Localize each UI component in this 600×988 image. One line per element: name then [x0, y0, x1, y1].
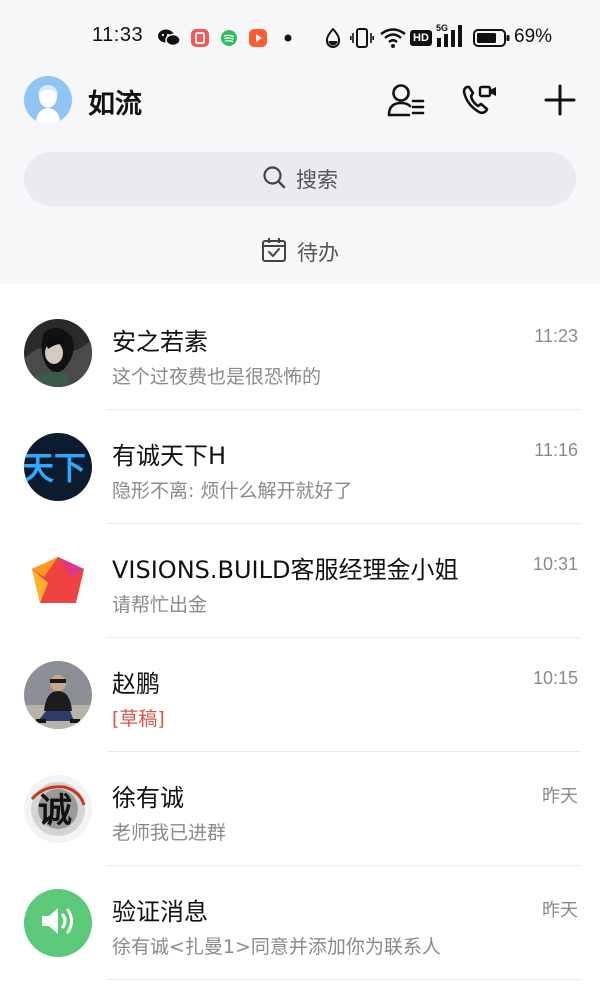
avatar: 天下 — [24, 433, 92, 501]
conversation-name: 验证消息 — [112, 898, 208, 926]
signal-5g-icon: 5G — [436, 22, 466, 50]
conversation-time: 11:16 — [534, 440, 578, 460]
wechat-icon — [156, 27, 182, 49]
hd-label: HD — [410, 30, 432, 46]
water-drop-icon — [324, 27, 342, 49]
conversation-name: 安之若素 — [112, 328, 208, 356]
status-bar: 11:33 HD 5G 69% — [0, 0, 600, 74]
list-item[interactable]: 诚 徐有诚 老师我已进群 昨天 — [0, 752, 600, 866]
conversation-name: 赵鹏 — [112, 670, 160, 698]
battery-icon — [472, 27, 512, 49]
conversation-time: 10:15 — [532, 668, 578, 688]
avatar-text: 天下 — [24, 449, 86, 487]
conversation-name: VISIONS.BUILD客服经理金小姐 — [112, 556, 459, 584]
conversation-list: 安之若素 这个过夜费也是很恐怖的 11:23 天下 有诚天下H 隐形不离: 烦什… — [0, 296, 600, 980]
video-call-button[interactable] — [458, 80, 502, 124]
conversation-preview: 隐形不离: 烦什么解开就好了 — [112, 480, 353, 502]
list-item[interactable]: 安之若素 这个过夜费也是很恐怖的 11:23 — [0, 296, 600, 410]
wifi-icon — [379, 27, 407, 49]
spotify-icon — [219, 27, 239, 49]
list-item[interactable]: 赵鹏 [草稿] 10:15 — [0, 638, 600, 752]
search-placeholder: 搜索 — [296, 168, 338, 192]
svg-text:5G: 5G — [436, 23, 448, 33]
conversation-time: 昨天 — [542, 786, 578, 806]
battery-percent: 69% — [514, 26, 553, 47]
search-input[interactable]: 搜索 — [24, 152, 576, 206]
conversation-preview: 老师我已进群 — [112, 822, 227, 844]
avatar — [24, 547, 92, 615]
list-item[interactable]: 验证消息 徐有诚<扎曼1>同意并添加你为联系人 昨天 — [0, 866, 600, 980]
vibrate-icon — [350, 27, 374, 49]
app-header: 如流 — [0, 74, 600, 134]
divider — [106, 979, 580, 980]
hd-icon: HD — [410, 27, 432, 49]
page-title: 如流 — [88, 89, 142, 120]
avatar — [24, 889, 92, 957]
avatar — [24, 661, 92, 729]
contacts-icon — [387, 83, 425, 121]
avatar[interactable] — [24, 76, 72, 124]
list-item[interactable]: VISIONS.BUILD客服经理金小姐 请帮忙出金 10:31 — [0, 524, 600, 638]
add-contact-button[interactable] — [384, 80, 428, 124]
video-app-icon — [247, 27, 269, 49]
speaker-icon — [38, 904, 78, 942]
conversation-preview: 徐有诚<扎曼1>同意并添加你为联系人 — [112, 936, 441, 958]
calendar-check-icon — [261, 237, 287, 267]
plus-icon — [543, 83, 577, 121]
dot-icon — [282, 27, 294, 49]
avatar — [24, 319, 92, 387]
conversation-time: 昨天 — [542, 900, 578, 920]
search-icon — [262, 165, 286, 193]
app-icon — [189, 27, 211, 49]
conversation-name: 徐有诚 — [112, 784, 184, 812]
conversation-time: 10:31 — [532, 554, 578, 574]
draft-label: [草稿] — [112, 708, 165, 730]
conversation-preview: 这个过夜费也是很恐怖的 — [112, 366, 322, 388]
todo-label: 待办 — [297, 241, 339, 265]
video-call-icon — [461, 83, 499, 121]
list-item[interactable]: 天下 有诚天下H 隐形不离: 烦什么解开就好了 11:16 — [0, 410, 600, 524]
add-button[interactable] — [538, 80, 582, 124]
conversation-time: 11:23 — [534, 326, 578, 346]
top-area: 11:33 HD 5G 69% 如流 搜索 待办 — [0, 0, 600, 284]
conversation-preview: 请帮忙出金 — [112, 594, 208, 616]
avatar: 诚 — [24, 775, 92, 843]
todo-button[interactable]: 待办 — [0, 232, 600, 272]
conversation-name: 有诚天下H — [112, 442, 227, 470]
status-time: 11:33 — [92, 24, 144, 46]
avatar-text: 诚 — [38, 791, 72, 831]
